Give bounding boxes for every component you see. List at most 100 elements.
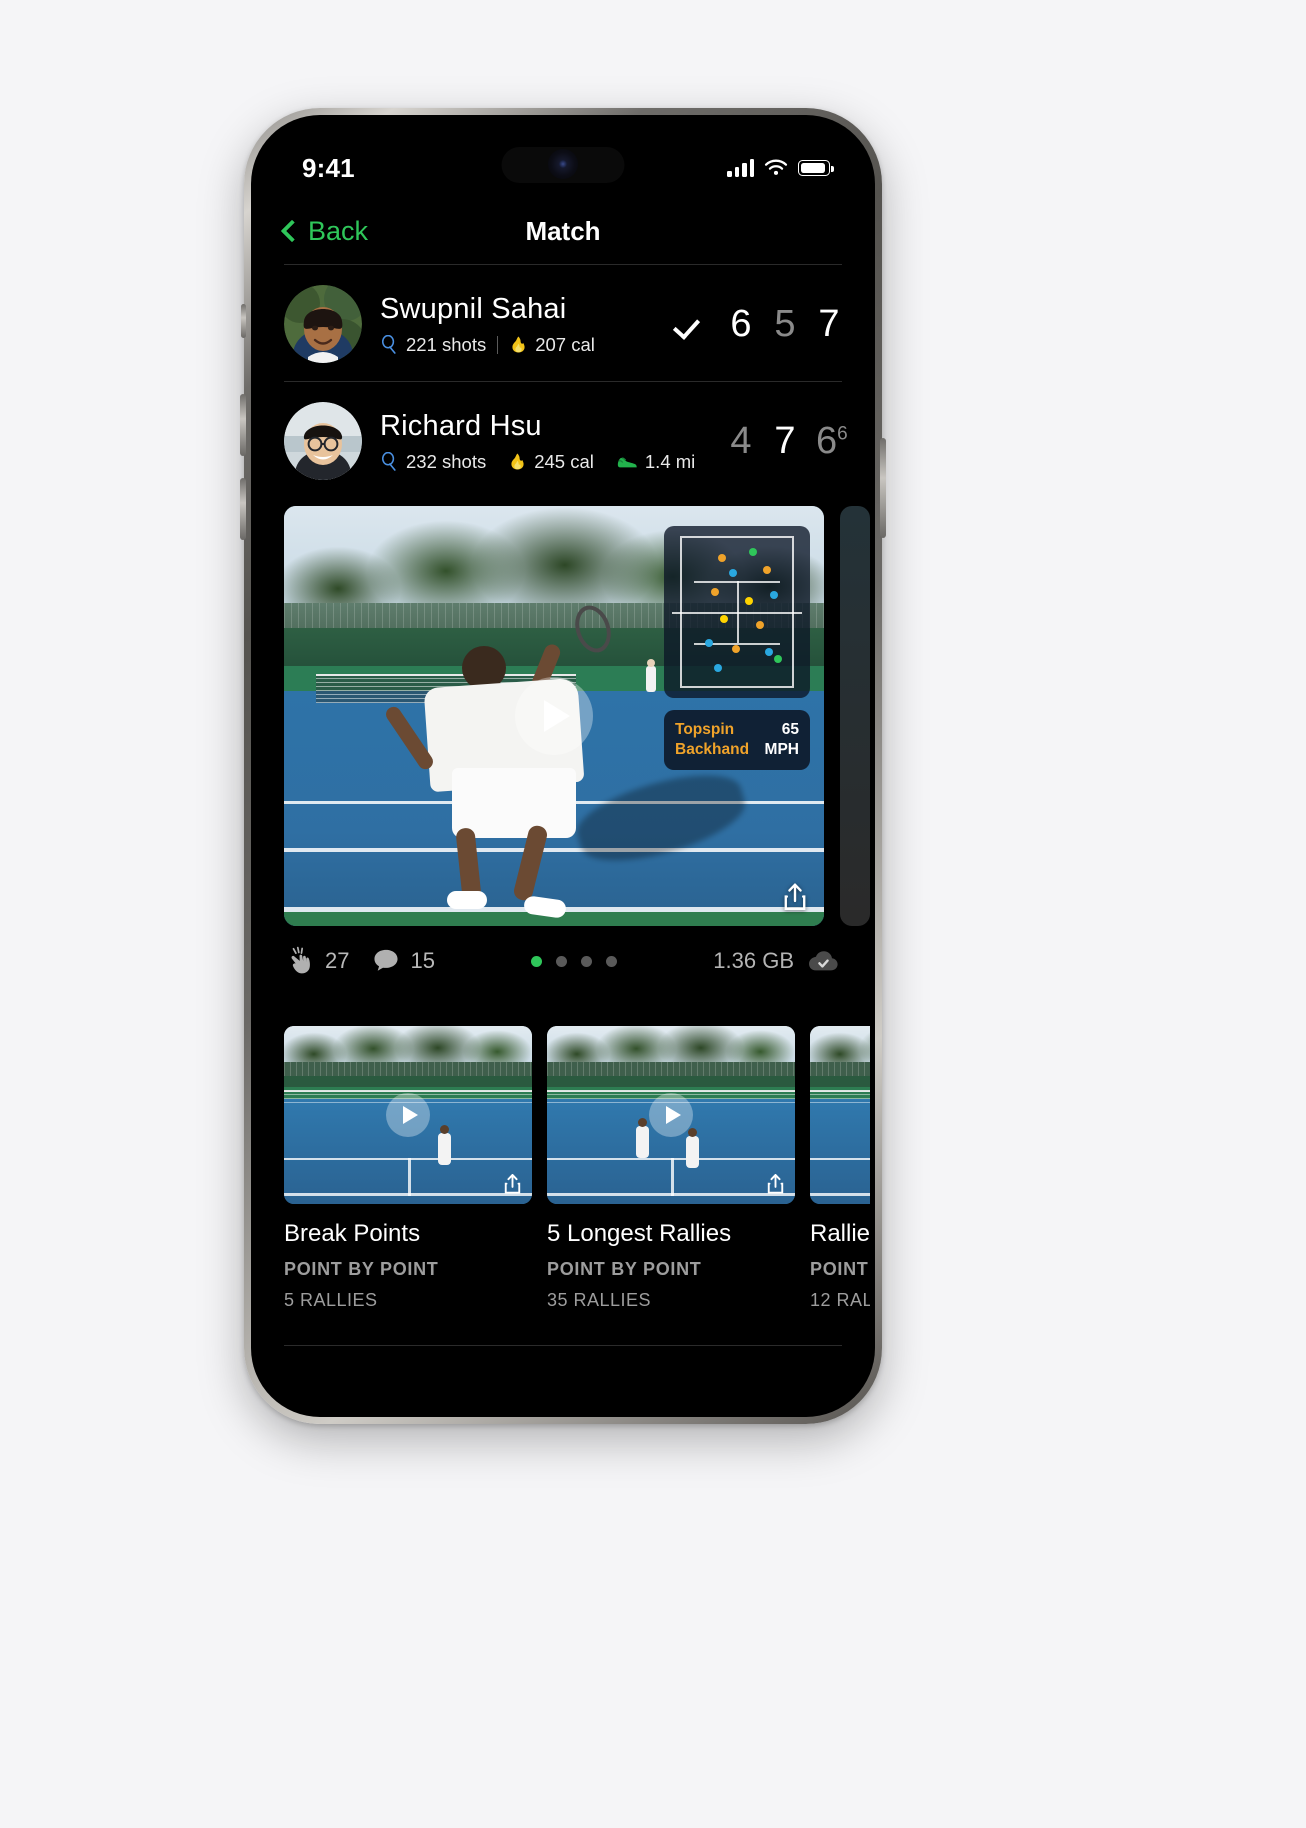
shot-spin-label: Topspin bbox=[675, 721, 735, 738]
checkmark-icon bbox=[676, 309, 706, 339]
power-button[interactable] bbox=[880, 438, 886, 538]
stat-shots: 232 shots bbox=[380, 451, 486, 473]
stat-shots-value: 232 shots bbox=[406, 450, 487, 472]
iphone-device-frame: 9:41 Back Match Swupnil Sahai 221 shots … bbox=[240, 108, 886, 1424]
signal-bars-icon bbox=[727, 159, 754, 177]
player-name: Richard Hsu bbox=[380, 409, 542, 442]
divider bbox=[284, 1345, 842, 1346]
shot-speed-unit: MPH bbox=[764, 740, 799, 758]
racquet-icon bbox=[381, 335, 396, 354]
court-minimap bbox=[664, 526, 810, 698]
clip-count: 35 RALLIES bbox=[547, 1290, 652, 1310]
score-set-2: 5 bbox=[774, 302, 796, 345]
share-icon[interactable] bbox=[766, 1173, 785, 1195]
navigation-bar: Back Match bbox=[256, 198, 870, 264]
shoe-icon bbox=[617, 457, 637, 468]
player-row[interactable]: Swupnil Sahai 221 shots 207 cal 6 5 7 bbox=[256, 265, 870, 381]
carousel-dot[interactable] bbox=[556, 955, 568, 967]
carousel-dot[interactable] bbox=[606, 955, 618, 967]
comment-icon bbox=[374, 949, 399, 971]
carousel-page-dots[interactable] bbox=[435, 955, 713, 967]
shot-info-panel: Topspin Backhand 65 MPH bbox=[664, 710, 810, 770]
comment-button[interactable]: 15 bbox=[371, 946, 435, 976]
play-icon[interactable] bbox=[649, 1093, 693, 1137]
clap-icon bbox=[291, 946, 310, 974]
share-icon[interactable] bbox=[503, 1173, 522, 1195]
player-info: Richard Hsu 232 shots 245 cal 1.4 mi bbox=[380, 409, 695, 473]
silent-switch[interactable] bbox=[241, 304, 246, 338]
cloud-check-icon[interactable] bbox=[806, 948, 840, 974]
back-button[interactable]: Back bbox=[280, 215, 369, 247]
minimap-dot bbox=[774, 654, 783, 663]
shot-stroke-label: Backhand bbox=[675, 740, 750, 758]
clip-title: 5 Longest Rallies bbox=[547, 1220, 732, 1247]
player-stats: 232 shots 245 cal 1.4 mi bbox=[380, 451, 695, 473]
clip-card[interactable]: Break Points POINT BY POINT 5 RALLIES bbox=[284, 1026, 532, 1311]
clip-card[interactable]: 5 Longest Rallies POINT BY POINT 35 RALL… bbox=[547, 1026, 795, 1311]
clip-thumbnail[interactable] bbox=[284, 1026, 532, 1204]
stat-calories: 245 cal bbox=[508, 451, 594, 473]
battery-icon bbox=[798, 160, 834, 176]
comment-count: 15 bbox=[410, 948, 435, 973]
score-set-1: 4 bbox=[730, 419, 752, 462]
clip-subtitle: POINT BY PO bbox=[810, 1259, 870, 1279]
player-stats: 221 shots 207 cal bbox=[380, 334, 650, 356]
file-size: 1.36 GB bbox=[713, 948, 794, 973]
minimap-dot bbox=[731, 645, 740, 654]
carousel-dot[interactable] bbox=[531, 955, 543, 967]
score-set-1: 6 bbox=[730, 302, 752, 345]
player-figure bbox=[383, 598, 640, 919]
minimap-dot bbox=[744, 596, 753, 605]
chevron-left-icon bbox=[280, 219, 304, 243]
stat-calories-value: 245 cal bbox=[534, 450, 594, 472]
video-meta-bar: 27 15 1.36 GB bbox=[256, 926, 870, 992]
hero-video-thumbnail[interactable]: Topspin Backhand 65 MPH bbox=[284, 506, 824, 926]
racquet-icon bbox=[381, 452, 396, 471]
minimap-dot bbox=[769, 590, 778, 599]
tiebreak-score: 6 bbox=[837, 422, 848, 444]
clip-count: 12 RALLIES bbox=[810, 1290, 870, 1310]
clip-title: Break Points bbox=[284, 1220, 421, 1247]
avatar bbox=[284, 402, 362, 480]
stat-calories: 207 cal bbox=[509, 334, 595, 356]
score-set-2: 7 bbox=[774, 419, 796, 462]
stat-calories-value: 207 cal bbox=[535, 333, 595, 355]
clip-subtitle: POINT BY POINT bbox=[284, 1259, 439, 1279]
highlight-clips-row[interactable]: Break Points POINT BY POINT 5 RALLIES 5 … bbox=[256, 992, 870, 1311]
wifi-icon bbox=[764, 159, 788, 175]
stat-shots-value: 221 shots bbox=[406, 333, 487, 355]
racquet-shape bbox=[569, 600, 617, 657]
play-icon[interactable] bbox=[386, 1093, 430, 1137]
clip-count: 5 RALLIES bbox=[284, 1290, 378, 1310]
share-icon[interactable] bbox=[782, 882, 808, 912]
hero-video-carousel[interactable]: Topspin Backhand 65 MPH bbox=[256, 506, 870, 926]
device-bezel: 9:41 Back Match Swupnil Sahai 221 shots … bbox=[251, 115, 875, 1417]
player-name: Swupnil Sahai bbox=[380, 292, 567, 325]
volume-down-button[interactable] bbox=[240, 478, 246, 540]
clap-button[interactable]: 27 bbox=[286, 946, 349, 976]
clip-title: Rallies Abov bbox=[810, 1220, 870, 1247]
stat-shots: 221 shots bbox=[380, 334, 486, 356]
carousel-dot[interactable] bbox=[581, 955, 593, 967]
clip-card[interactable]: Rallies Abov POINT BY PO 12 RALLIES bbox=[810, 1026, 870, 1311]
player-info: Swupnil Sahai 221 shots 207 cal bbox=[380, 293, 650, 356]
clip-thumbnail[interactable] bbox=[547, 1026, 795, 1204]
match-scroll-content[interactable]: Swupnil Sahai 221 shots 207 cal 6 5 7 Ri… bbox=[256, 264, 870, 1412]
next-video-peek[interactable] bbox=[840, 506, 870, 926]
shot-speed-value: 65 bbox=[781, 721, 799, 738]
screenshot-canvas: 9:41 Back Match Swupnil Sahai 221 shots … bbox=[0, 0, 1306, 1828]
volume-up-button[interactable] bbox=[240, 394, 246, 456]
score-group: 6 5 7 bbox=[668, 303, 842, 346]
flame-icon bbox=[512, 336, 525, 353]
flame-icon bbox=[511, 453, 524, 470]
status-indicators bbox=[727, 158, 834, 178]
opponent-figure bbox=[645, 658, 656, 692]
front-camera-icon bbox=[548, 149, 578, 179]
back-button-label: Back bbox=[308, 215, 369, 246]
play-icon[interactable] bbox=[515, 677, 593, 755]
score-group: 4 7 66 bbox=[668, 419, 848, 463]
clip-thumbnail[interactable] bbox=[810, 1026, 870, 1204]
score-set-3: 66 bbox=[816, 419, 848, 462]
player-row[interactable]: Richard Hsu 232 shots 245 cal 1.4 mi 4 7… bbox=[256, 382, 870, 498]
clip-subtitle: POINT BY POINT bbox=[547, 1259, 702, 1279]
